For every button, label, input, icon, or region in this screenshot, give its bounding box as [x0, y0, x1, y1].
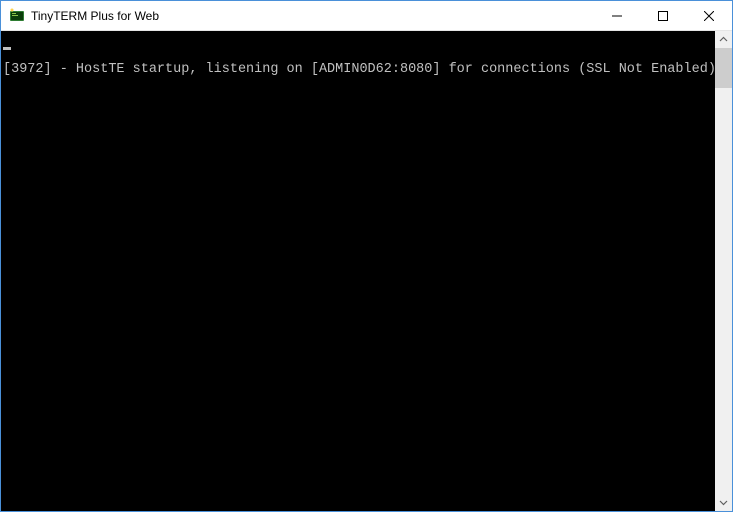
- scrollbar-track[interactable]: [715, 48, 732, 494]
- titlebar[interactable]: TinyTERM Plus for Web: [1, 1, 732, 31]
- maximize-icon: [658, 11, 668, 21]
- scroll-up-button[interactable]: [715, 31, 732, 48]
- scroll-down-button[interactable]: [715, 494, 732, 511]
- minimize-button[interactable]: [594, 1, 640, 30]
- close-button[interactable]: [686, 1, 732, 30]
- app-window: TinyTERM Plus for Web [3972] - HostTE st…: [0, 0, 733, 512]
- vertical-scrollbar[interactable]: [715, 31, 732, 511]
- terminal-cursor: [3, 47, 11, 50]
- maximize-button[interactable]: [640, 1, 686, 30]
- chevron-up-icon: [719, 35, 728, 44]
- app-icon: [9, 8, 25, 24]
- window-controls: [594, 1, 732, 30]
- minimize-icon: [612, 11, 622, 21]
- terminal-line: [3972] - HostTE startup, listening on [A…: [3, 62, 713, 77]
- terminal-output[interactable]: [3972] - HostTE startup, listening on [A…: [1, 31, 715, 511]
- window-title: TinyTERM Plus for Web: [31, 9, 594, 23]
- scrollbar-thumb[interactable]: [715, 48, 732, 88]
- chevron-down-icon: [719, 498, 728, 507]
- close-icon: [704, 11, 714, 21]
- client-area: [3972] - HostTE startup, listening on [A…: [1, 31, 732, 511]
